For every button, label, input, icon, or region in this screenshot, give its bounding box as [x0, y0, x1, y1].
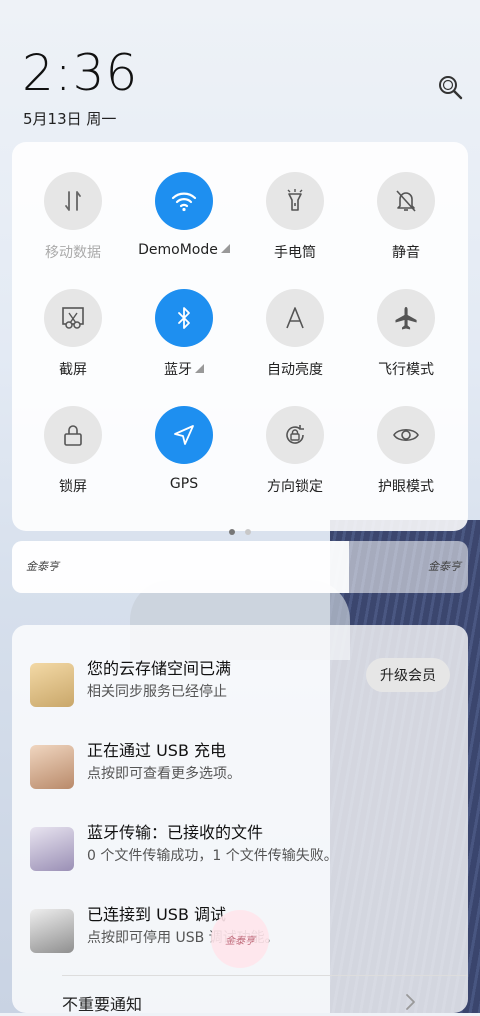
tile-mobile-data[interactable]: 移动数据 [18, 172, 128, 262]
tile-label: 截屏 [59, 362, 87, 378]
notification-item[interactable]: 蓝牙传输：已接收的文件 0 个文件传输成功，1 个文件传输失败。 [12, 815, 468, 885]
notification-title: 已连接到 USB 调试 [87, 905, 227, 924]
tile-mute[interactable]: 静音 [351, 172, 461, 262]
date: 5月13日 周一 [23, 110, 117, 128]
gps-icon [155, 406, 213, 464]
tile-gps[interactable]: GPS [129, 406, 239, 492]
clock: 2:36 [22, 44, 139, 102]
flashlight-icon [266, 172, 324, 230]
tile-eye-comfort[interactable]: 护眼模式 [351, 406, 461, 496]
floating-signature-button[interactable]: 金泰亨 [211, 910, 269, 968]
wifi-icon [155, 172, 213, 230]
notification-title: 正在通过 USB 充电 [87, 741, 227, 760]
rotation-lock-icon [266, 406, 324, 464]
lock-icon [44, 406, 102, 464]
avatar [30, 745, 74, 789]
tile-airplane[interactable]: 飞行模式 [351, 289, 461, 379]
tile-bluetooth[interactable]: 蓝牙 [129, 289, 239, 379]
tile-label: 护眼模式 [378, 479, 434, 495]
expand-triangle-icon [195, 364, 204, 373]
page-indicator [12, 520, 468, 539]
bluetooth-icon [155, 289, 213, 347]
page-dot-active [229, 529, 235, 535]
notification-text: 相关同步服务已经停止 [87, 684, 227, 700]
mobile-data-icon [44, 172, 102, 230]
search-icon[interactable] [437, 74, 463, 100]
divider [62, 975, 468, 976]
floating-signature-text: 金泰亨 [225, 935, 255, 947]
eye-icon [377, 406, 435, 464]
tile-label: 移动数据 [45, 245, 101, 261]
tile-rotation-lock[interactable]: 方向锁定 [240, 406, 350, 496]
minor-notifications-link[interactable]: 不重要通知 [62, 991, 142, 1015]
tile-screenshot[interactable]: 截屏 [18, 289, 128, 379]
tile-label: 手电筒 [274, 245, 316, 261]
notification-title: 您的云存储空间已满 [87, 659, 232, 678]
page-dot [245, 529, 251, 535]
expand-triangle-icon [220, 244, 230, 253]
tile-label: DemoMode [138, 242, 218, 258]
upgrade-button[interactable]: 升级会员 [366, 658, 450, 692]
tile-label: 飞行模式 [378, 362, 434, 378]
tile-label: 静音 [392, 245, 420, 261]
airplane-icon [377, 289, 435, 347]
chevron-right-icon[interactable] [404, 992, 418, 1016]
auto-brightness-icon [266, 289, 324, 347]
mute-bell-icon [377, 172, 435, 230]
notification-text: 点按即可查看更多选项。 [87, 766, 241, 782]
notification-item[interactable]: 正在通过 USB 充电 点按即可查看更多选项。 [12, 733, 468, 803]
brightness-fill [12, 541, 350, 593]
tile-label: 方向锁定 [267, 479, 323, 495]
brightness-right-signature: 金泰亨 [428, 560, 461, 573]
avatar [30, 663, 74, 707]
tile-lock-screen[interactable]: 锁屏 [18, 406, 128, 496]
screenshot-icon [44, 289, 102, 347]
tile-auto-brightness[interactable]: 自动亮度 [240, 289, 350, 379]
tile-label: 蓝牙 [164, 362, 192, 378]
avatar [30, 827, 74, 871]
tile-wifi[interactable]: DemoMode [129, 172, 239, 258]
notification-title: 蓝牙传输：已接收的文件 [87, 823, 264, 842]
tile-label: GPS [169, 476, 199, 492]
notification-text: 0 个文件传输成功，1 个文件传输失败。 [87, 848, 338, 864]
brightness-slider[interactable]: 金泰亨 金泰亨 [12, 541, 468, 593]
brightness-left-signature: 金泰亨 [26, 560, 59, 573]
tile-flashlight[interactable]: 手电筒 [240, 172, 350, 262]
avatar [30, 909, 74, 953]
tile-label: 自动亮度 [267, 362, 323, 378]
tile-label: 锁屏 [59, 479, 87, 495]
quick-settings-panel: 移动数据 DemoMode 手电筒 静音 截屏 蓝牙 自动亮度 飞行模式 锁屏 … [12, 142, 468, 535]
